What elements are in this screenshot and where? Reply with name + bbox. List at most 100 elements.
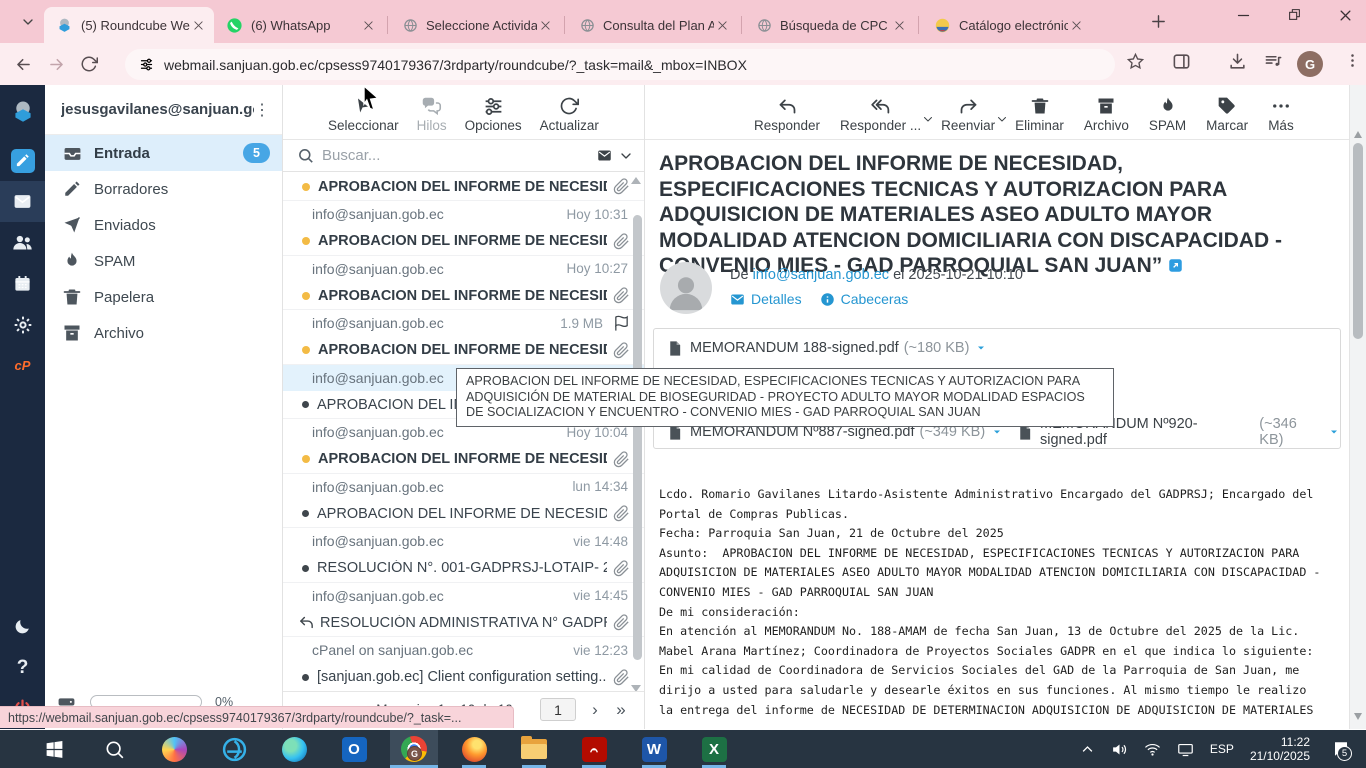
message-subject-line[interactable]: APROBACION DEL INFORME DE NECESIDA... [283,337,644,364]
message-toolbar-archivobutton[interactable]: Archivo [1080,95,1133,133]
search-scope-envelope-icon[interactable] [597,148,612,163]
taskbar-chrome-button[interactable]: G [390,730,438,768]
cpanel-button[interactable]: cP [0,345,45,386]
back-button[interactable] [14,55,33,74]
address-bar[interactable]: webmail.sanjuan.gob.ec/cpsess9740179367/… [125,49,1115,80]
tab-close-icon[interactable] [714,17,730,33]
message-subject-line[interactable]: RESOLUCIÓN N°. 001-GADPRSJ-LOTAIP- 20... [283,555,644,582]
dark-mode-button[interactable] [0,606,45,647]
tab-close-icon[interactable] [360,17,376,33]
browser-tab-2[interactable]: Seleccione Actividad [391,7,561,43]
attachment-menu-caret-icon[interactable] [975,342,987,354]
message-subject-line[interactable]: [sanjuan.gob.ec] Client configuration se… [283,664,644,691]
tab-close-icon[interactable] [1068,17,1084,33]
read-status-dot[interactable] [302,674,309,681]
taskbar-excel-button[interactable]: X [690,730,738,768]
message-toolbar-spambutton[interactable]: SPAM [1145,95,1190,133]
attachment-item-0[interactable]: MEMORANDUM 188-signed.pdf(~180 KB) [666,337,987,359]
bookmark-star-icon[interactable] [1126,52,1145,71]
message-toolbar-reenviarbutton[interactable]: Reenviar [937,95,999,133]
action-center-icon[interactable]: 5 [1326,734,1356,764]
dropdown-caret-icon[interactable] [996,108,1008,130]
taskbar-acrobat-button[interactable] [570,730,618,768]
taskbar-word-button[interactable]: W [630,730,678,768]
sender-email-link[interactable]: info@sanjuan.gob.ec [753,267,889,283]
message-subject-line[interactable]: RESOLUCIÓN ADMINISTRATIVA N° GADPR... [283,609,644,636]
taskbar-ie-button[interactable] [210,730,258,768]
list-toolbar-hilos-button[interactable]: Hilos [413,95,451,133]
pager-page-input[interactable]: 1 [540,698,576,721]
window-close-button[interactable] [1338,8,1353,23]
browser-profile-avatar[interactable]: G [1297,51,1323,77]
message-toolbar-másbutton[interactable]: Más [1264,95,1298,133]
sidebar-folder-borradores[interactable]: Borradores [45,171,282,207]
sidebar-folder-entrada[interactable]: Entrada5 [45,135,282,171]
connect-icon[interactable] [1177,741,1194,758]
message-subject-line[interactable]: APROBACION DEL INFORME DE NECESIDA... [283,282,644,309]
tab-close-icon[interactable] [190,17,206,33]
tab-close-icon[interactable] [891,17,907,33]
list-toolbar-actualizar-button[interactable]: Actualizar [536,95,603,133]
site-settings-icon[interactable] [139,57,154,72]
message-toolbar-responderbutton[interactable]: Responder [750,95,824,133]
flag-icon[interactable] [613,315,630,332]
side-panel-icon[interactable] [1172,52,1191,71]
sidebar-folder-spam[interactable]: SPAM [45,243,282,279]
pager-last-button[interactable]: » [608,700,634,720]
message-meta-line[interactable]: cPanel on sanjuan.gob.ecvie 12:23 [283,636,644,663]
unread-status-dot[interactable] [302,346,310,354]
browser-tab-1[interactable]: (6) WhatsApp [214,7,384,43]
message-meta-line[interactable]: info@sanjuan.gob.ecHoy 10:27 [283,255,644,282]
browser-menu-icon[interactable] [1344,52,1361,69]
attachment-name[interactable]: MEMORANDUM 188-signed.pdf [690,340,899,356]
message-meta-line[interactable]: info@sanjuan.gob.ecHoy 10:31 [283,200,644,227]
message-meta-line[interactable]: info@sanjuan.gob.eclun 14:34 [283,473,644,500]
taskbar-copilot-button[interactable] [150,730,198,768]
volume-icon[interactable] [1111,741,1128,758]
scroll-down-icon[interactable] [1354,713,1362,720]
account-menu-icon[interactable]: ⋮ [254,100,270,120]
taskbar-start-button[interactable] [30,730,78,768]
attachment-menu-caret-icon[interactable] [1328,426,1340,438]
browser-tab-5[interactable]: Catálogo electrónico [922,7,1092,43]
tray-clock[interactable]: 11:22 21/10/2025 [1250,735,1310,763]
message-subject-line[interactable]: APROBACION DEL INFORME DE NECESIDA... [283,500,644,527]
message-meta-line[interactable]: info@sanjuan.gob.ecvie 14:48 [283,527,644,554]
search-input[interactable] [322,147,597,164]
mail-nav-button[interactable] [0,181,45,222]
tab-search-chevron-icon[interactable] [20,14,36,30]
taskbar-edge-button[interactable] [270,730,318,768]
message-subject-line[interactable]: APROBACION DEL INFORME DE NECESIDA... [283,228,644,255]
message-toolbar-responder-button[interactable]: Responder ... [836,95,925,133]
sidebar-folder-enviados[interactable]: Enviados [45,207,282,243]
tray-chevron-up-icon[interactable] [1080,742,1095,757]
help-button[interactable]: ? [0,647,45,688]
wifi-icon[interactable] [1144,741,1161,758]
read-status-dot[interactable] [302,510,309,517]
external-link-icon[interactable] [1168,258,1183,273]
new-tab-button[interactable] [1150,13,1167,30]
window-minimize-button[interactable] [1236,8,1251,23]
taskbar-searchw-button[interactable] [90,730,138,768]
preview-scrollbar-thumb[interactable] [1353,143,1363,339]
dropdown-caret-icon[interactable] [922,108,934,130]
unread-status-dot[interactable] [302,455,310,463]
sidebar-folder-papelera[interactable]: Papelera [45,279,282,315]
scroll-up-icon[interactable] [1354,131,1362,138]
message-meta-line[interactable]: info@sanjuan.gob.ec1.9 MB [283,309,644,336]
message-meta-line[interactable]: info@sanjuan.gob.ecvie 14:45 [283,582,644,609]
sidebar-folder-archivo[interactable]: Archivo [45,315,282,351]
pager-next-button[interactable]: › [582,700,608,720]
message-subject-line[interactable]: APROBACION DEL INFORME DE NECESIDA... [283,173,644,200]
list-scroll-up-icon[interactable] [631,177,641,184]
unread-status-dot[interactable] [302,292,310,300]
taskbar-explorer-button[interactable] [510,730,558,768]
contacts-nav-button[interactable] [0,222,45,263]
search-options-chevron-icon[interactable] [618,148,634,164]
settings-nav-button[interactable] [0,304,45,345]
browser-tab-3[interactable]: Consulta del Plan Anu [568,7,738,43]
unread-status-dot[interactable] [302,237,310,245]
tab-close-icon[interactable] [537,17,553,33]
taskbar-outlook-button[interactable]: O [330,730,378,768]
forward-button[interactable] [47,55,66,74]
